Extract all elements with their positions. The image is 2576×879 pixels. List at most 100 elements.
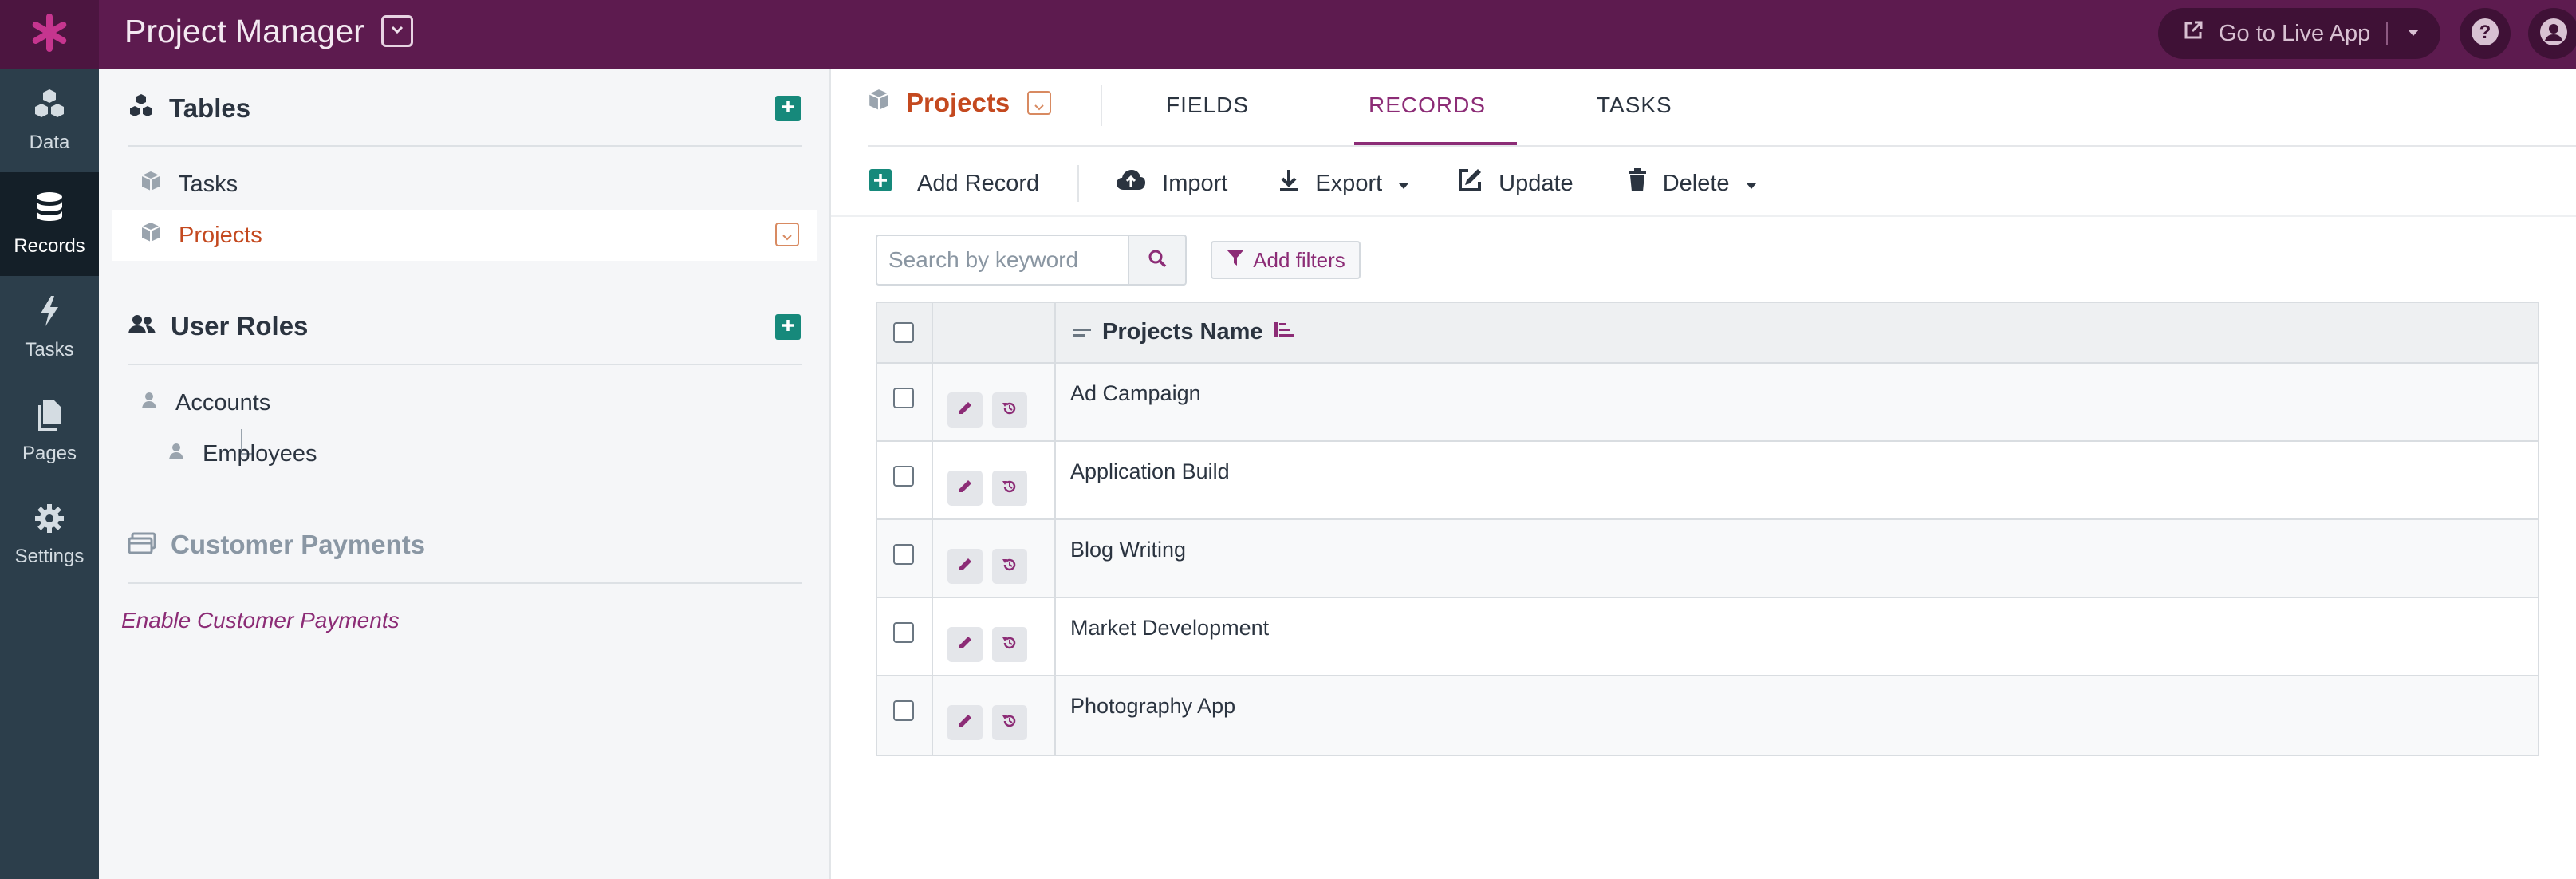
tab-tasks[interactable]: TASKS [1597,93,1672,118]
select-all-checkbox[interactable] [893,322,914,343]
row-checkbox[interactable] [893,622,914,643]
column-divider [932,598,933,675]
pencil-icon [958,558,972,576]
project-name-cell: Blog Writing [1070,538,1187,562]
divider [1077,165,1080,202]
plus-icon [780,99,796,119]
tab-records[interactable]: RECORDS [1369,93,1486,118]
row-checkbox[interactable] [893,544,914,565]
record-history-button[interactable] [992,392,1027,428]
update-button[interactable]: Update [1457,168,1574,199]
column-header-label: Projects Name [1102,319,1263,345]
export-button[interactable]: Export [1278,168,1409,199]
user-icon [140,390,158,416]
record-history-button[interactable] [992,549,1027,584]
table-options-button[interactable] [775,223,799,246]
add-filters-button[interactable]: Add filters [1211,241,1361,279]
row-checkbox[interactable] [893,700,914,721]
record-history-button[interactable] [992,627,1027,662]
import-button[interactable]: Import [1116,169,1227,198]
sidebar: Tables Tasks Projects User Roles Account… [99,69,831,879]
rail-item-pages[interactable]: Pages [0,380,99,483]
column-header-projects-name[interactable]: Projects Name [1073,319,1295,345]
cube-icon [868,88,890,118]
sidebar-item-employees[interactable]: Employees [112,428,817,479]
caret-down-icon [1746,171,1757,197]
table-row[interactable]: Ad Campaign [877,364,2538,442]
sidebar-item-tasks[interactable]: Tasks [112,159,817,210]
filter-icon [1226,248,1245,273]
search-button[interactable] [1128,235,1187,286]
app-title: Project Manager [124,13,364,49]
help-button[interactable]: ? [2460,8,2511,59]
column-divider [1054,442,1056,518]
left-nav-rail: Data Records Tasks Pages Settings [0,69,99,879]
record-history-button[interactable] [992,471,1027,506]
column-divider [1054,676,1056,755]
live-app-menu-button[interactable] [2388,8,2439,59]
sort-icon [1274,319,1295,345]
table-row[interactable]: Blog Writing [877,520,2538,598]
table-row[interactable]: Application Build [877,442,2538,520]
current-table-name: Projects [906,88,1010,117]
rail-label: Data [29,131,70,153]
divider [831,215,2576,217]
column-divider [1054,520,1056,597]
table-row[interactable]: Market Development [877,598,2538,676]
rail-label: Tasks [25,338,74,361]
row-checkbox[interactable] [893,466,914,487]
rail-item-tasks[interactable]: Tasks [0,276,99,380]
record-history-button[interactable] [992,705,1027,740]
sidebar-item-accounts[interactable]: Accounts [112,377,817,428]
account-button[interactable] [2528,8,2576,59]
add-record-button[interactable]: Add Record [869,169,1039,198]
sidebar-item-label: Projects [179,222,262,248]
brand-logo[interactable] [0,0,99,69]
row-checkbox[interactable] [893,388,914,408]
column-divider [1054,598,1056,675]
search-icon [1148,249,1167,272]
column-divider [1054,364,1056,440]
add-user-role-button[interactable] [775,314,801,340]
history-icon [1002,400,1018,420]
sidebar-item-projects[interactable]: Projects [112,210,817,261]
add-table-button[interactable] [775,96,801,121]
table-row[interactable]: Photography App [877,676,2538,755]
records-table: Projects Name Ad Campaign Application Bui… [876,302,2539,756]
tab-fields[interactable]: FIELDS [1166,93,1249,118]
history-icon [1002,713,1018,733]
chevron-down-icon [782,222,793,248]
search-input[interactable] [876,235,1129,286]
project-name-cell: Market Development [1070,616,1270,640]
project-name-cell: Application Build [1070,459,1230,483]
app-menu-button[interactable] [381,15,413,47]
pencil-icon [958,401,972,420]
rail-item-data[interactable]: Data [0,69,99,172]
go-to-live-app-label: Go to Live App [2219,20,2371,46]
delete-label: Delete [1662,170,1730,196]
column-divider [1054,303,1056,362]
edit-record-button[interactable] [947,627,983,662]
rail-label: Settings [14,545,85,567]
rail-item-settings[interactable]: Settings [0,483,99,587]
edit-record-button[interactable] [947,392,983,428]
go-to-live-app-button[interactable]: Go to Live App [2158,8,2370,59]
delete-button[interactable]: Delete [1628,168,1757,199]
cube-icon [140,221,161,250]
edit-record-button[interactable] [947,705,983,740]
table-menu-button[interactable] [1027,91,1052,115]
column-divider [932,676,933,755]
edit-record-button[interactable] [947,549,983,584]
column-divider [932,303,933,362]
table-header-row: Projects Name [877,303,2538,364]
customer-payments-title: Customer Payments [171,530,426,559]
plus-square-icon [869,169,892,198]
enable-customer-payments-link[interactable]: Enable Customer Payments [121,608,400,633]
bolt-icon [38,295,61,331]
divider [128,145,802,147]
gear-icon [34,503,65,538]
cube-icon [140,170,161,199]
records-tabs-bar: Projects FIELDS RECORDS TASKS [831,69,2576,145]
rail-item-records[interactable]: Records [0,172,99,276]
edit-record-button[interactable] [947,471,983,506]
